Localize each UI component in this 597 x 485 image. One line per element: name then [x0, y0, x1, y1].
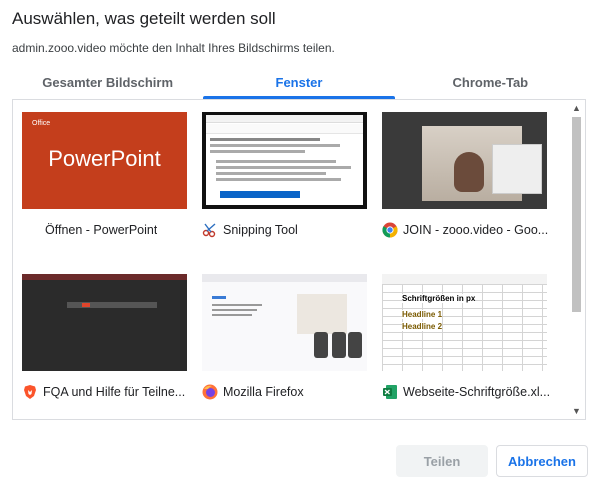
office-logo: Office — [32, 120, 51, 127]
window-caption: Mozilla Firefox — [201, 382, 371, 402]
tab-entire-screen[interactable]: Gesamter Bildschirm — [12, 72, 203, 100]
window-tile-snipping-tool[interactable]: Snipping Tool — [201, 112, 371, 242]
source-tabs: Gesamter Bildschirm Fenster Chrome-Tab — [12, 72, 586, 100]
window-thumbnail — [22, 274, 187, 371]
window-thumbnail — [382, 112, 547, 209]
cancel-button[interactable]: Abbrechen — [496, 445, 588, 477]
window-caption: Webseite-Schriftgröße.xl... — [381, 382, 551, 402]
window-caption: JOIN - zooo.video - Goo... — [381, 220, 551, 240]
scrollbar-thumb[interactable] — [572, 117, 581, 312]
tab-chrome-tab[interactable]: Chrome-Tab — [395, 72, 586, 100]
window-title: JOIN - zooo.video - Goo... — [403, 223, 549, 237]
window-caption: Snipping Tool — [201, 220, 371, 240]
window-tile-firefox[interactable]: Mozilla Firefox — [201, 274, 371, 404]
excel-row-label: Headline 1 — [402, 310, 443, 319]
window-tile-excel[interactable]: Schriftgrößen in px Headline 1 Headline … — [381, 274, 551, 404]
tab-window[interactable]: Fenster — [203, 72, 395, 100]
window-title: Snipping Tool — [223, 223, 298, 237]
window-tile-chrome-join[interactable]: JOIN - zooo.video - Goo... — [381, 112, 551, 242]
window-list-panel: Office PowerPoint Öffnen - PowerPoint Sn… — [12, 99, 586, 420]
brave-icon — [21, 383, 39, 401]
scroll-down-arrow-icon[interactable]: ▼ — [568, 403, 585, 419]
window-title: FQA und Hilfe für Teilne... — [43, 385, 186, 399]
share-button[interactable]: Teilen — [396, 445, 488, 477]
window-title: Mozilla Firefox — [223, 385, 304, 399]
dialog-title: Auswählen, was geteilt werden soll — [12, 9, 276, 28]
powerpoint-splash-text: PowerPoint — [48, 146, 161, 171]
window-tile-powerpoint[interactable]: Office PowerPoint Öffnen - PowerPoint — [21, 112, 191, 242]
window-caption: Öffnen - PowerPoint — [21, 220, 191, 240]
excel-icon — [381, 383, 399, 401]
scroll-up-arrow-icon[interactable]: ▲ — [568, 100, 585, 116]
window-title: Öffnen - PowerPoint — [45, 223, 158, 237]
window-thumbnail — [202, 112, 367, 209]
window-thumbnail — [202, 274, 367, 371]
snipping-tool-icon — [201, 221, 219, 239]
excel-row-label: Headline 2 — [402, 322, 443, 331]
chrome-icon — [381, 221, 399, 239]
vertical-scrollbar[interactable]: ▲ ▼ — [568, 100, 585, 419]
window-title: Webseite-Schriftgröße.xl... — [403, 385, 551, 399]
firefox-icon — [201, 383, 219, 401]
dialog-subtitle: admin.zooo.video möchte den Inhalt Ihres… — [12, 41, 335, 55]
window-tile-brave[interactable]: FQA und Hilfe für Teilne... — [21, 274, 191, 404]
excel-heading: Schriftgrößen in px — [402, 294, 476, 303]
window-thumbnail: Schriftgrößen in px Headline 1 Headline … — [382, 274, 547, 371]
window-caption: FQA und Hilfe für Teilne... — [21, 382, 191, 402]
window-thumbnail: Office PowerPoint — [22, 112, 187, 209]
